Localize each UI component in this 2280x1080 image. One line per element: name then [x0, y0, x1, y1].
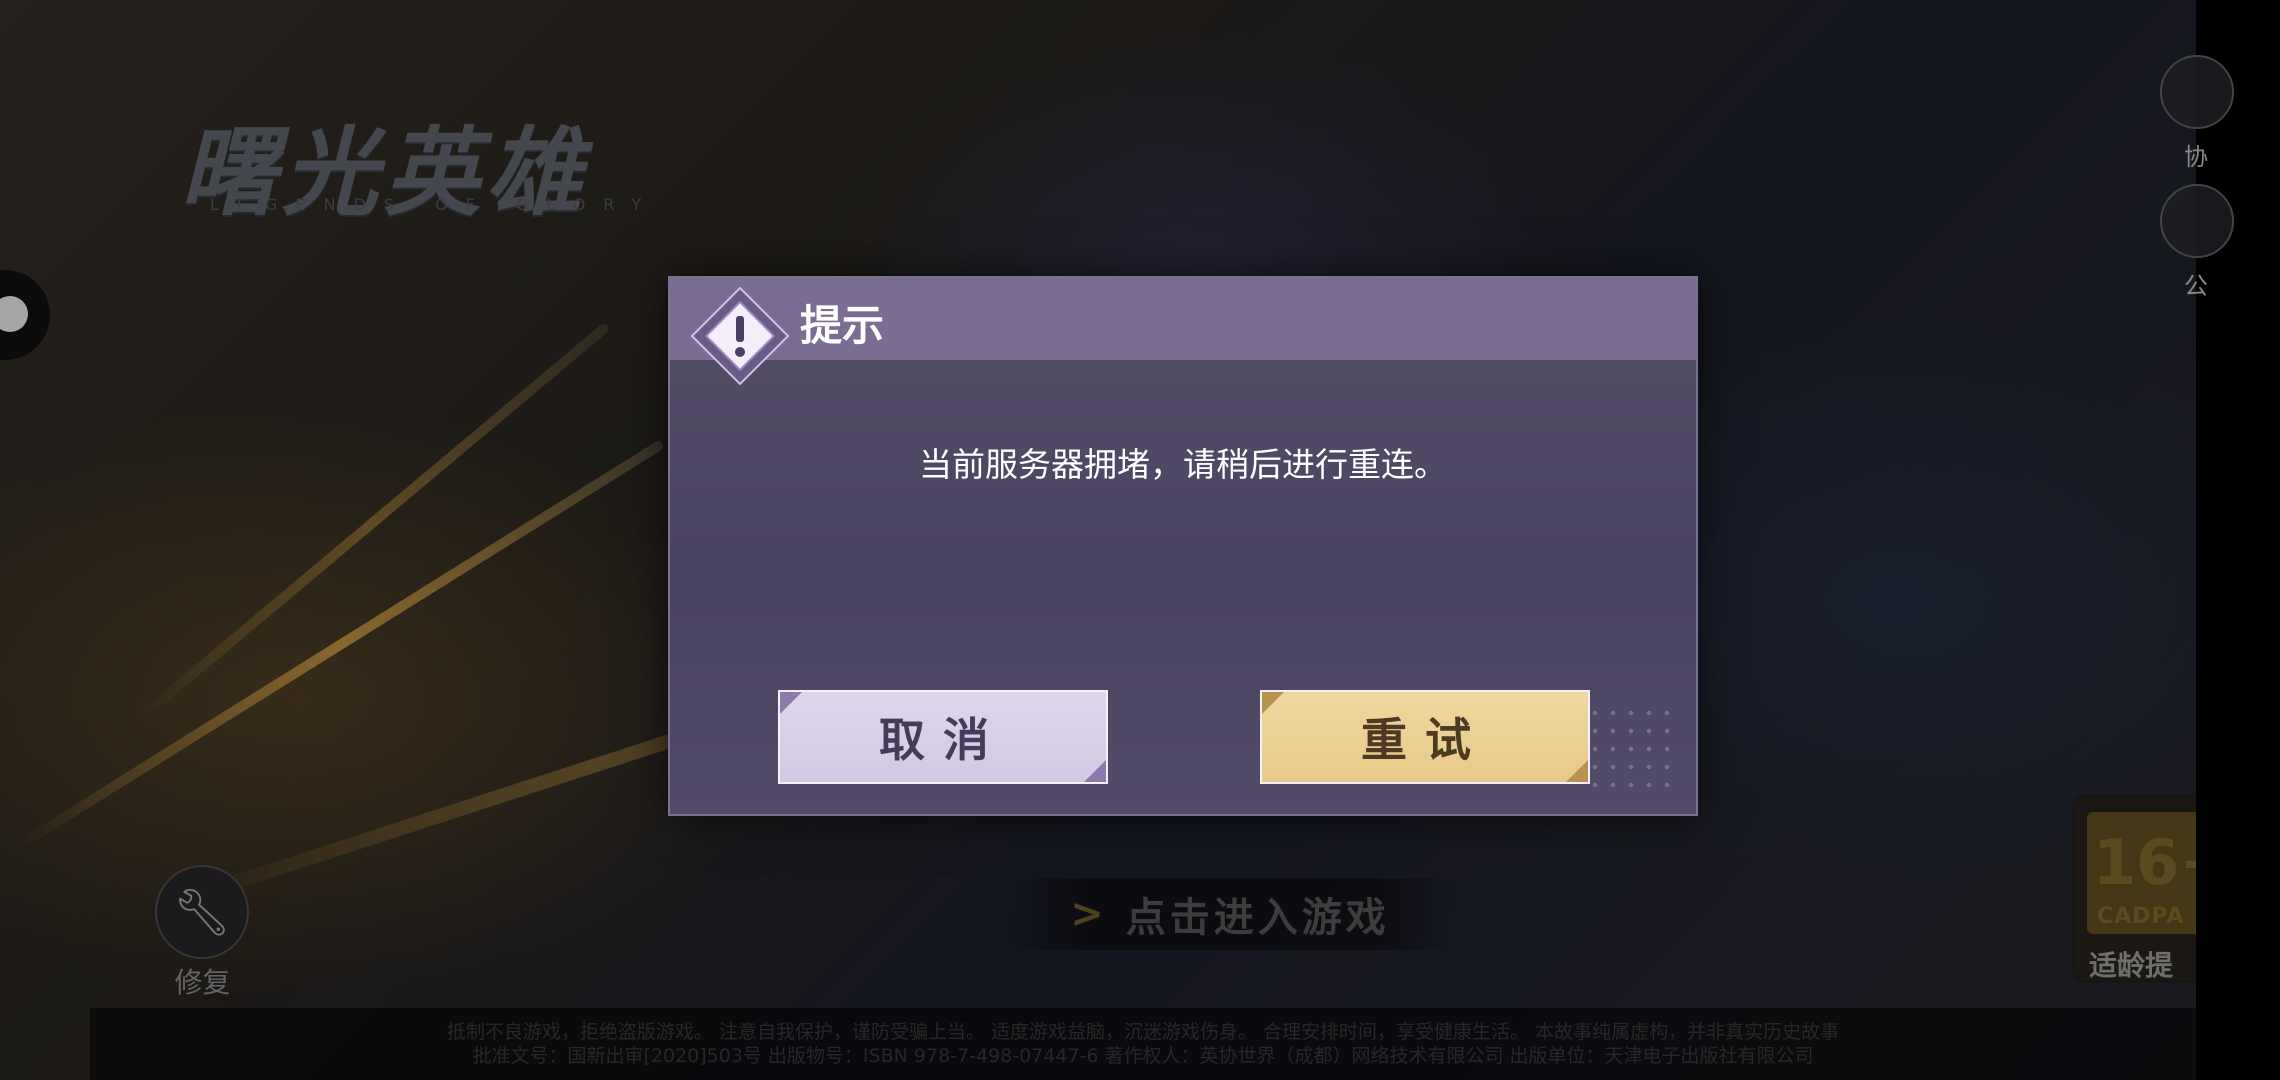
right-menu: 协 公 — [2160, 55, 2234, 313]
announcement-button[interactable]: 公 — [2160, 184, 2234, 300]
dialog-message: 当前服务器拥堵，请稍后进行重连。 — [919, 445, 1447, 484]
game-background: 曙光英雄 LEGENDS OF GLORY 🔧︎ 修复 > 点击进入游戏 16+… — [0, 0, 2196, 1080]
retry-button[interactable]: 重试 — [1260, 690, 1590, 784]
dialog-title: 提示 — [800, 301, 885, 350]
protocol-label: 协 — [2184, 143, 2208, 171]
cancel-button[interactable]: 取消 — [778, 690, 1108, 784]
alert-dialog: 提示 当前服务器拥堵，请稍后进行重连。 取消 重试 — [668, 276, 1698, 816]
protocol-button[interactable]: 协 — [2160, 55, 2234, 171]
announcement-label: 公 — [2184, 272, 2208, 300]
alert-icon — [690, 286, 790, 386]
decorative-dots — [1586, 704, 1676, 794]
